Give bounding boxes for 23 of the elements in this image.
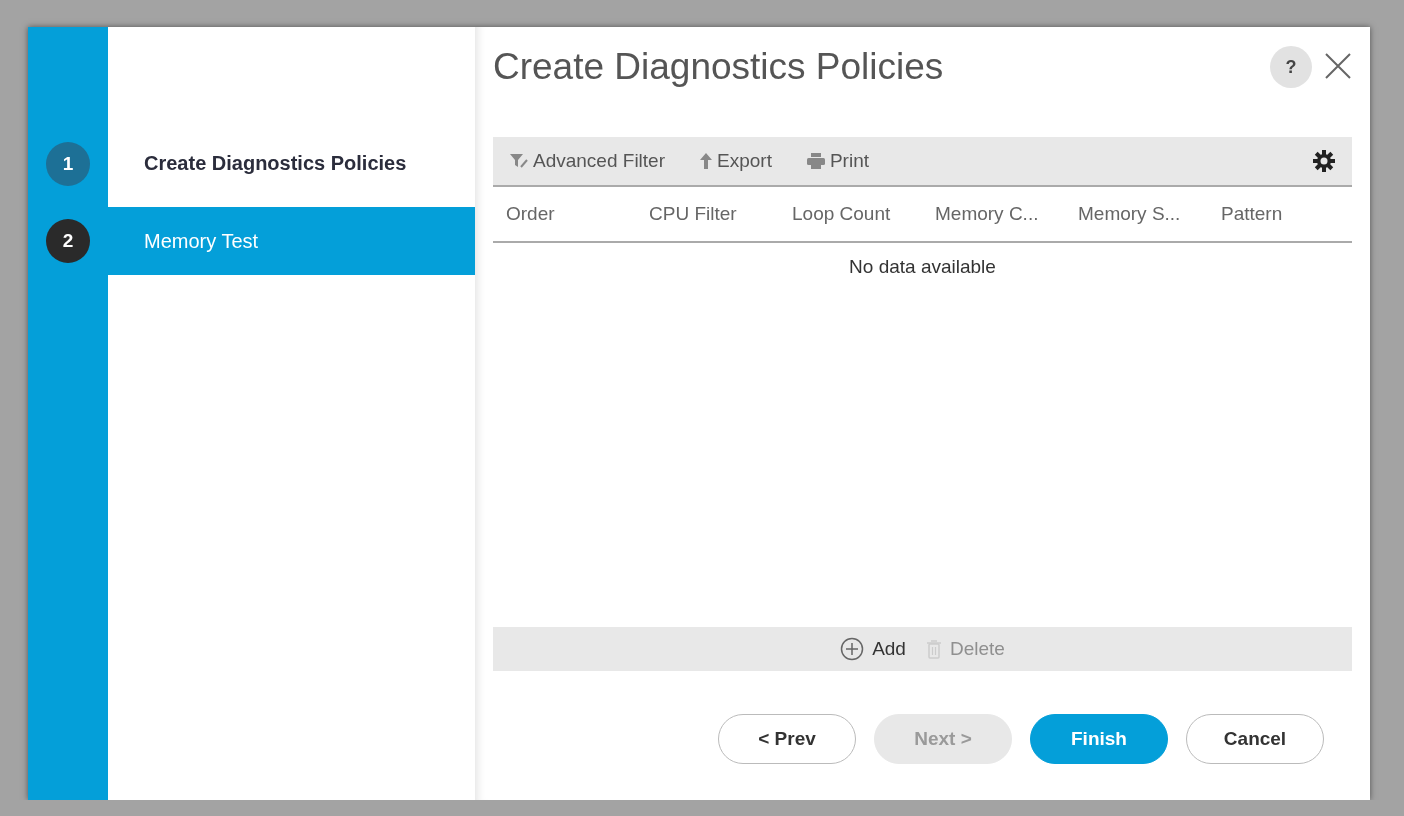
wizard-button[interactable]: Cancel xyxy=(1186,714,1324,764)
settings-icon[interactable] xyxy=(1312,149,1336,173)
dialog-title: Create Diagnostics Policies xyxy=(493,46,945,88)
column-header[interactable]: CPU Filter xyxy=(636,203,779,225)
filter-icon xyxy=(509,152,529,170)
trash-icon xyxy=(925,639,942,659)
printer-icon xyxy=(805,152,826,170)
action-button[interactable]: Add xyxy=(840,637,906,661)
column-header[interactable]: Memory S... xyxy=(1065,203,1208,225)
step-number: 1 xyxy=(46,141,90,186)
wizard-button[interactable]: < Prev xyxy=(718,714,856,764)
step-number: 2 xyxy=(46,219,90,263)
toolbar-button[interactable]: Print xyxy=(805,150,869,172)
up-arrow-icon xyxy=(699,152,713,170)
plus-circle-icon xyxy=(840,637,865,661)
toolbar-button[interactable]: Advanced Filter xyxy=(509,150,665,172)
column-header[interactable]: Order xyxy=(493,203,636,225)
column-header[interactable]: Pattern xyxy=(1208,203,1351,225)
toolbar-button[interactable]: Export xyxy=(699,150,772,172)
help-button[interactable]: ? xyxy=(1270,46,1312,88)
column-header[interactable]: Memory C... xyxy=(922,203,1065,225)
column-header[interactable]: Loop Count xyxy=(779,203,922,225)
empty-message: No data available xyxy=(849,256,996,278)
